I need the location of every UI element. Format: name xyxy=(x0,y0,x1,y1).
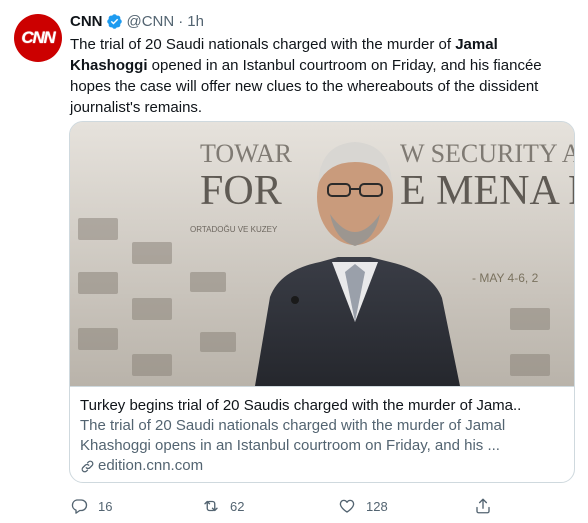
card-domain[interactable]: edition.cnn.com xyxy=(80,456,564,476)
tweet-text-part1: The trial of 20 Saudi nationals charged … xyxy=(70,36,456,53)
banner-small-text: ORTADOĞU VE KUZEY xyxy=(190,225,278,234)
timestamp[interactable]: 1h xyxy=(187,13,204,30)
card-description: The trial of 20 Saudi nationals charged … xyxy=(80,417,506,454)
retweet-count: 62 xyxy=(230,498,245,514)
tweet-text: The trial of 20 Saudi nationals charged … xyxy=(70,34,575,118)
reply-count: 16 xyxy=(98,498,113,514)
tweet-actions: 16 62 128 xyxy=(70,495,500,517)
link-card[interactable]: TOWAR W SECURITY ARR FOR E MENA R ORTADO… xyxy=(69,121,575,483)
share-icon xyxy=(476,498,490,514)
retweet-icon xyxy=(204,500,218,512)
heart-icon xyxy=(339,499,355,513)
reply-icon xyxy=(71,499,88,514)
card-image[interactable]: TOWAR W SECURITY ARR FOR E MENA R ORTADO… xyxy=(70,122,574,386)
card-photo: TOWAR W SECURITY ARR FOR E MENA R ORTADO… xyxy=(70,122,574,386)
banner-text-2b: E MENA R xyxy=(400,168,574,214)
avatar[interactable]: CNN xyxy=(14,14,62,62)
tweet-header: CNN @CNN · 1h xyxy=(70,10,204,32)
banner-date: - MAY 4-6, 2 xyxy=(472,271,539,285)
card-body[interactable]: Turkey begins trial of 20 Saudis charged… xyxy=(70,386,574,482)
author-handle[interactable]: @CNN xyxy=(127,13,175,30)
avatar-logo: CNN xyxy=(21,28,55,47)
banner-text-2a: FOR xyxy=(200,168,282,214)
share-button[interactable] xyxy=(474,497,492,515)
link-icon xyxy=(81,460,94,472)
like-count: 128 xyxy=(366,498,388,514)
separator-dot: · xyxy=(178,12,184,30)
banner-text-1: TOWAR xyxy=(200,139,293,168)
like-button[interactable]: 128 xyxy=(338,497,388,515)
author-name[interactable]: CNN xyxy=(70,13,103,30)
card-domain-text: edition.cnn.com xyxy=(98,457,204,474)
banner-text-1b: W SECURITY ARR xyxy=(400,139,574,168)
card-title[interactable]: Turkey begins trial of 20 Saudis charged… xyxy=(80,396,564,416)
verified-badge-icon xyxy=(106,13,122,29)
retweet-button[interactable]: 62 xyxy=(202,497,244,515)
tweet[interactable]: CNN CNN @CNN · 1h The trial of 20 Saudi … xyxy=(0,0,588,523)
reply-button[interactable]: 16 xyxy=(70,497,112,515)
